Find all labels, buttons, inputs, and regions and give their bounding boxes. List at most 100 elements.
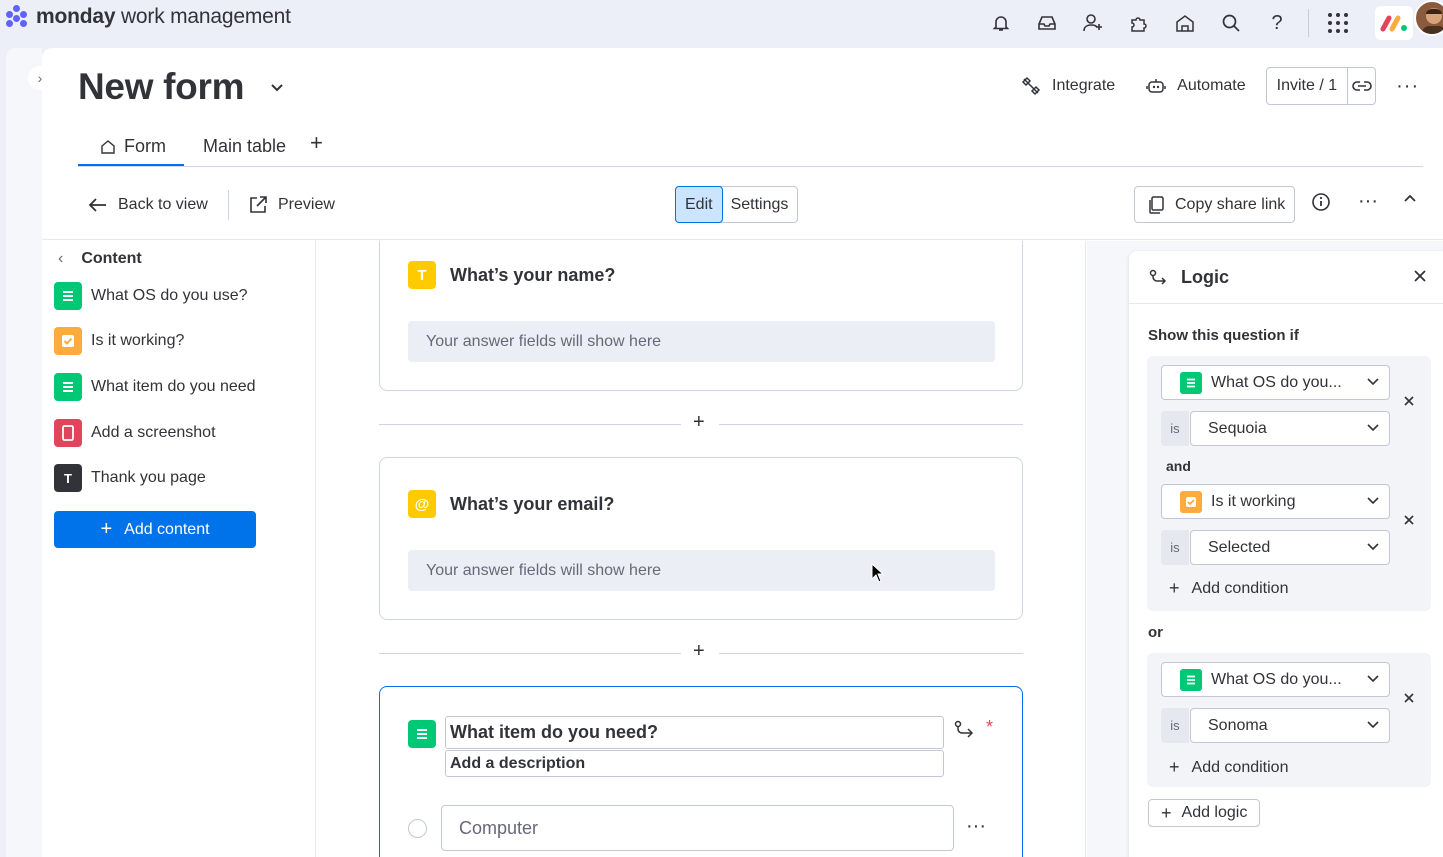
- copy-share-link-button[interactable]: Copy share link: [1134, 186, 1296, 223]
- expand-sidebar-icon[interactable]: ›: [28, 66, 52, 90]
- user-avatar[interactable]: [1414, 0, 1443, 36]
- brand-name: monday work management: [36, 5, 291, 28]
- edit-button[interactable]: Edit: [675, 186, 723, 223]
- condition-question-select[interactable]: What OS do you...: [1161, 662, 1390, 697]
- list-item[interactable]: What item do you need: [54, 372, 256, 401]
- remove-condition-icon[interactable]: [1403, 691, 1415, 708]
- select-value: What OS do you...: [1211, 670, 1342, 688]
- chevron-down-icon: [1367, 540, 1379, 554]
- condition-question-select[interactable]: What OS do you...: [1161, 365, 1390, 400]
- content-title: Content: [81, 250, 142, 267]
- add-condition-button[interactable]: + Add condition: [1169, 578, 1288, 599]
- back-label: Back to view: [118, 196, 208, 213]
- logic-icon[interactable]: [954, 720, 976, 745]
- mouse-cursor-icon: [871, 562, 885, 588]
- chevron-left-icon[interactable]: ‹: [58, 250, 63, 268]
- add-content-button[interactable]: + Add content: [54, 511, 256, 548]
- chevron-down-icon: [1367, 718, 1379, 732]
- plus-icon: +: [100, 518, 113, 540]
- divider: [228, 190, 229, 220]
- link-icon[interactable]: [1347, 68, 1375, 104]
- list-item[interactable]: Is it working?: [54, 327, 256, 356]
- add-logic-button[interactable]: + Add logic: [1148, 799, 1261, 827]
- settings-button[interactable]: Settings: [722, 187, 798, 222]
- option-input[interactable]: Computer: [441, 805, 954, 851]
- list-item-label: What item do you need: [91, 377, 256, 395]
- select-value: Is it working: [1211, 492, 1296, 510]
- bell-icon[interactable]: [986, 10, 1016, 36]
- automate-button[interactable]: Automate: [1145, 67, 1246, 105]
- select-value: What OS do you...: [1211, 373, 1342, 391]
- integrate-button[interactable]: Integrate: [1020, 67, 1115, 105]
- answer-placeholder: Your answer fields will show here: [408, 321, 995, 362]
- logic-title: Logic: [1149, 267, 1229, 288]
- close-icon[interactable]: [1413, 267, 1427, 288]
- active-question-card[interactable]: What item do you need? Add a description…: [379, 686, 1023, 857]
- preview-button[interactable]: Preview: [248, 194, 335, 216]
- option-more-icon[interactable]: ···: [966, 815, 986, 838]
- header-actions: Integrate Automate Invite / 1 ···: [1020, 67, 1419, 105]
- plus-icon: +: [1169, 578, 1180, 598]
- robot-icon: [1146, 79, 1166, 93]
- condition-value-select[interactable]: Sonoma: [1190, 708, 1390, 743]
- dropdown-icon: [1180, 371, 1202, 394]
- more-options-icon[interactable]: ···: [1396, 75, 1419, 98]
- help-icon[interactable]: ?: [1262, 10, 1292, 36]
- question-card[interactable]: @ What’s your email? Your answer fields …: [379, 457, 1023, 620]
- monday-logo[interactable]: monday work management: [4, 4, 291, 30]
- list-item[interactable]: Add a screenshot: [54, 418, 256, 447]
- apps-puzzle-icon[interactable]: [1124, 10, 1154, 36]
- chevron-down-icon[interactable]: [270, 80, 284, 98]
- option-radio[interactable]: [408, 819, 427, 838]
- checkbox-icon: [54, 327, 82, 356]
- condition-question-select[interactable]: Is it working: [1161, 484, 1390, 519]
- checkbox-icon: [1180, 490, 1202, 513]
- dropdown-icon: [408, 720, 436, 748]
- or-label: or: [1148, 624, 1163, 641]
- monday-product-logo[interactable]: [1375, 6, 1413, 40]
- add-condition-label: Add condition: [1191, 758, 1289, 776]
- invite-label: Invite / 1: [1276, 77, 1338, 94]
- list-item[interactable]: T Thank you page: [54, 464, 256, 493]
- app-grid-icon[interactable]: [1323, 10, 1353, 36]
- add-condition-button[interactable]: + Add condition: [1169, 757, 1288, 778]
- tab-form[interactable]: Form: [78, 136, 184, 166]
- inbox-icon[interactable]: [1032, 10, 1062, 36]
- invite-members-icon[interactable]: [1078, 10, 1108, 36]
- required-marker: *: [986, 717, 994, 737]
- more-options-icon[interactable]: ···: [1358, 190, 1378, 213]
- remove-condition-icon[interactable]: [1403, 394, 1415, 411]
- add-question-icon[interactable]: +: [693, 640, 705, 663]
- page-title[interactable]: New form: [78, 66, 244, 108]
- add-view-icon[interactable]: +: [310, 130, 323, 156]
- logic-title-text: Logic: [1181, 267, 1229, 287]
- edit-settings-toggle: Edit Settings: [675, 186, 799, 223]
- question-title-input[interactable]: What item do you need?: [445, 716, 944, 749]
- remove-condition-icon[interactable]: [1403, 513, 1415, 530]
- select-value: Sonoma: [1208, 716, 1268, 734]
- question-description-input[interactable]: Add a description: [445, 750, 944, 777]
- arrow-left-icon: [88, 198, 106, 212]
- invite-button[interactable]: Invite / 1: [1265, 67, 1377, 105]
- tab-main-table[interactable]: Main table: [203, 136, 286, 157]
- back-to-view-button[interactable]: Back to view: [88, 194, 208, 216]
- chevron-down-icon: [1367, 672, 1379, 686]
- marketplace-icon[interactable]: [1170, 10, 1200, 36]
- list-item-label: What OS do you use?: [91, 286, 248, 304]
- logic-panel: Logic Show this question if What OS do y…: [1129, 251, 1443, 857]
- search-icon[interactable]: [1216, 10, 1246, 36]
- question-title: T What’s your name?: [408, 261, 615, 289]
- dropdown-icon: [54, 281, 82, 310]
- add-question-icon[interactable]: +: [693, 411, 705, 434]
- plus-icon: +: [1161, 802, 1172, 823]
- question-title: @ What’s your email?: [408, 490, 614, 518]
- info-icon[interactable]: [1311, 192, 1331, 217]
- list-item[interactable]: What OS do you use?: [54, 281, 256, 310]
- add-logic-label: Add logic: [1181, 804, 1248, 821]
- list-item-label: Thank you page: [91, 469, 206, 487]
- condition-value-select[interactable]: Sequoia: [1190, 411, 1390, 446]
- question-card[interactable]: T What’s your name? Your answer fields w…: [379, 241, 1023, 391]
- integrate-label: Integrate: [1052, 77, 1116, 94]
- condition-value-select[interactable]: Selected: [1190, 530, 1390, 565]
- chevron-up-icon[interactable]: [1398, 186, 1422, 210]
